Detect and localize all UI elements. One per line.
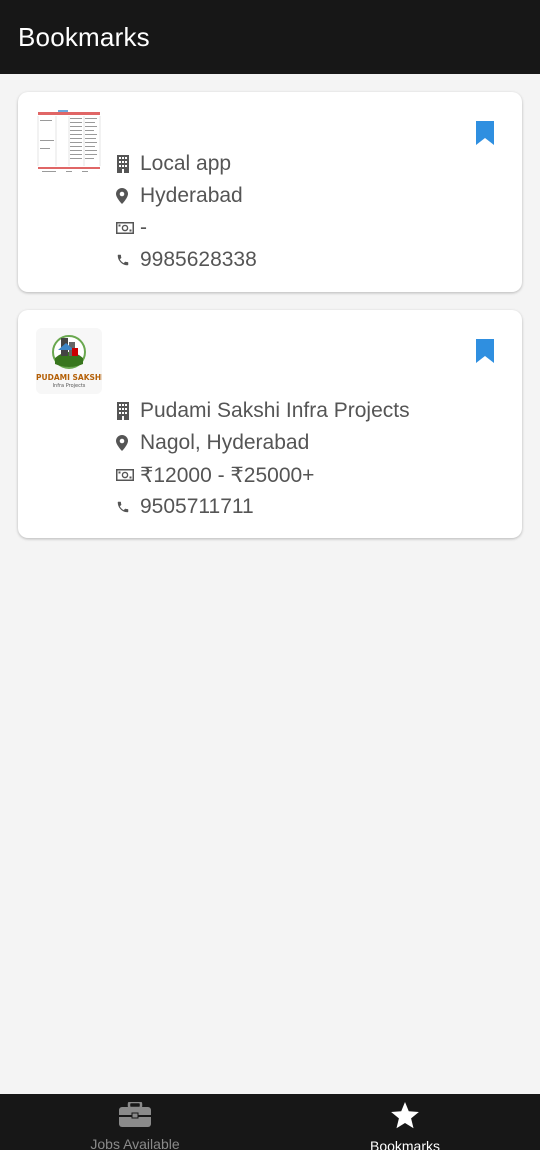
- salary-range: ₹12000 - ₹25000+: [140, 463, 315, 487]
- company-logo: PUDAMI SAKSHI Infra Projects: [36, 328, 102, 394]
- company-row: Local app: [116, 148, 257, 180]
- company-name: Local app: [140, 152, 232, 175]
- nav-bookmarks[interactable]: Bookmarks: [270, 1094, 540, 1150]
- job-details: Local app Hyderabad - 9985628338: [116, 148, 257, 276]
- job-location: Nagol, Hyderabad: [140, 431, 310, 454]
- bookmark-card[interactable]: PUDAMI SAKSHI Infra Projects Pudami Saks…: [18, 310, 522, 538]
- company-name: Pudami Sakshi Infra Projects: [140, 399, 410, 422]
- page-title: Bookmarks: [18, 21, 150, 52]
- phone-number[interactable]: 9985628338: [140, 248, 257, 272]
- nav-label: Bookmarks: [369, 1138, 441, 1150]
- location-row: Nagol, Hyderabad: [116, 427, 410, 459]
- salary-row: ₹12000 - ₹25000+: [116, 459, 410, 491]
- money-icon: [116, 222, 138, 234]
- phone-icon: [116, 253, 138, 267]
- salary-range: -: [140, 216, 147, 239]
- bookmark-list: Local app Hyderabad - 9985628338 PUDAMI …: [18, 92, 522, 556]
- logo-text: PUDAMI SAKSHI: [36, 373, 102, 382]
- phone-row: 9985628338: [116, 244, 257, 276]
- bookmark-toggle-icon[interactable]: [474, 121, 496, 145]
- building-icon: [116, 155, 138, 173]
- phone-icon: [116, 500, 138, 514]
- company-row: Pudami Sakshi Infra Projects: [116, 395, 410, 427]
- company-thumbnail: [36, 110, 102, 176]
- nav-jobs-available[interactable]: Jobs Available: [0, 1094, 270, 1150]
- location-pin-icon: [116, 188, 138, 204]
- salary-row: -: [116, 212, 257, 244]
- nav-label: Jobs Available: [90, 1136, 180, 1150]
- bookmark-card[interactable]: Local app Hyderabad - 9985628338: [18, 92, 522, 292]
- spreadsheet-thumbnail-image: [36, 110, 102, 176]
- building-icon: [116, 402, 138, 420]
- logo-subtext: Infra Projects: [52, 383, 86, 389]
- phone-row: 9505711711: [116, 491, 410, 523]
- location-pin-icon: [116, 435, 138, 451]
- job-location: Hyderabad: [140, 184, 243, 207]
- location-row: Hyderabad: [116, 180, 257, 212]
- star-icon: [390, 1102, 420, 1135]
- phone-number[interactable]: 9505711711: [140, 495, 254, 519]
- bottom-navigation: Jobs Available Bookmarks: [0, 1094, 540, 1150]
- briefcase-icon: [118, 1100, 152, 1133]
- app-bar: Bookmarks: [0, 0, 540, 74]
- job-details: Pudami Sakshi Infra Projects Nagol, Hyde…: [116, 395, 410, 523]
- money-icon: [116, 469, 138, 481]
- bookmark-toggle-icon[interactable]: [474, 339, 496, 363]
